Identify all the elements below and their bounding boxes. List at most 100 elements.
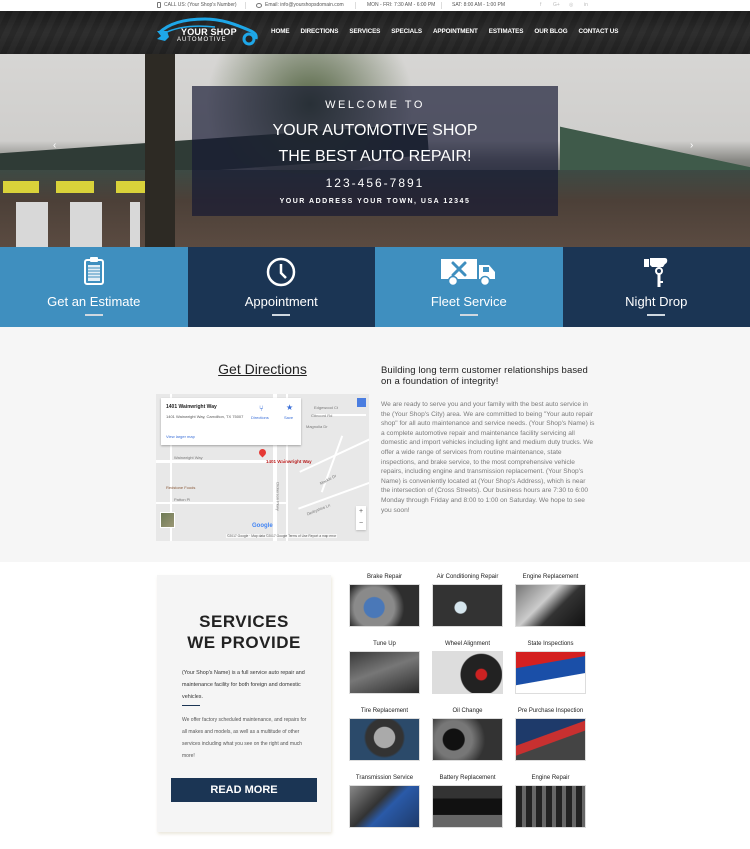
service-image <box>349 651 420 694</box>
map-pin-icon[interactable] <box>257 447 268 458</box>
map-zoom-control: + − <box>356 506 366 530</box>
nav-services[interactable]: SERVICES <box>349 28 380 35</box>
nav-our-blog[interactable]: OUR BLOG <box>534 28 567 35</box>
service-brake-repair[interactable]: Brake Repair <box>349 574 420 627</box>
service-name: Oil Change <box>452 708 483 714</box>
nav-specials[interactable]: SPECIALS <box>391 28 422 35</box>
tile-underline <box>272 314 291 316</box>
tile-fleet-service[interactable]: Fleet Service <box>375 247 563 327</box>
nav-home[interactable]: HOME <box>271 28 290 35</box>
map-attribution[interactable]: ©2017 Google · Map data ©2017 Google Ter… <box>226 534 338 538</box>
logo-line-1: YOUR SHOP <box>181 27 237 37</box>
hero-title-line-1: YOUR AUTOMOTIVE SHOP <box>272 122 478 139</box>
directions-link[interactable]: Directions <box>251 415 269 420</box>
nav-estimates[interactable]: ESTIMATES <box>489 28 524 35</box>
pegman-icon[interactable] <box>357 398 366 407</box>
hero-welcome: WELCOME TO <box>325 99 425 111</box>
hero-photo-sign <box>3 181 39 193</box>
logo[interactable]: YOUR SHOP AUTOMOTIVE <box>155 15 260 49</box>
phone-info[interactable]: CALL US: (Your Shop's Number) <box>157 2 237 8</box>
nav-directions[interactable]: DIRECTIONS <box>301 28 339 35</box>
save-link[interactable]: Save <box>284 415 293 420</box>
service-pre-purchase-inspection[interactable]: Pre Purchase Inspection <box>515 708 586 761</box>
slider-prev-arrow[interactable]: ‹ <box>53 140 56 151</box>
zoom-in-button[interactable]: + <box>356 506 366 518</box>
map-place-card: 1401 Wainwright Way 1401 Wainwright Way,… <box>161 398 301 445</box>
get-directions-heading[interactable]: Get Directions <box>156 361 369 377</box>
tile-label: Get an Estimate <box>47 294 141 309</box>
service-image <box>515 584 586 627</box>
nav-appointment[interactable]: APPOINTMENT <box>433 28 478 35</box>
google-plus-icon[interactable]: G+ <box>553 2 560 8</box>
about-body: We are ready to serve you and your famil… <box>381 401 595 514</box>
service-name: Air Conditioning Repair <box>436 574 499 580</box>
divider <box>182 705 200 706</box>
view-larger-map-link[interactable]: View larger map <box>166 434 195 439</box>
map-street-label: Patton Pl <box>174 497 191 502</box>
service-image <box>515 651 586 694</box>
service-tune-up[interactable]: Tune Up <box>349 641 420 694</box>
saturday-hours: SAT: 8:00 AM - 1:00 PM <box>452 2 505 8</box>
service-name: Transmission Service <box>355 775 414 781</box>
service-state-inspections[interactable]: State Inspections <box>515 641 586 694</box>
hero-slider: WELCOME TO YOUR AUTOMOTIVE SHOP THE BEST… <box>0 54 750 247</box>
tile-get-an-estimate[interactable]: Get an Estimate <box>0 247 188 327</box>
service-oil-change[interactable]: Oil Change <box>432 708 503 761</box>
truck-icon <box>440 259 495 287</box>
hero-photo-sign <box>56 181 94 193</box>
facebook-icon[interactable]: f <box>540 2 541 8</box>
site-header: YOUR SHOP AUTOMOTIVE HOME DIRECTIONS SER… <box>0 11 750 54</box>
map-poi-label: Redstone Foods <box>166 485 196 490</box>
service-name: Wheel Alignment <box>444 641 491 647</box>
service-name: Battery Replacement <box>439 775 496 781</box>
map-street-label: Wainwright Way <box>174 455 203 460</box>
divider <box>355 2 356 9</box>
map-street-label: Magnolia Dr <box>306 424 328 429</box>
clock-icon <box>267 257 296 287</box>
pin-label: 1401 Wainwright Way <box>266 459 312 464</box>
tile-underline <box>84 314 103 316</box>
email-icon <box>256 2 262 8</box>
tile-underline <box>459 314 478 316</box>
services-detail-text: We offer factory scheduled maintenance, … <box>182 717 307 759</box>
map-street-label: Dickerson Pkwy <box>275 482 281 511</box>
service-name: Engine Replacement <box>522 574 579 580</box>
read-more-button[interactable]: READ MORE <box>171 778 317 802</box>
service-engine-repair[interactable]: Engine Repair <box>515 775 586 828</box>
hero-photo-tree <box>145 54 175 247</box>
feature-tiles: Get an Estimate Appointment Fleet Servic… <box>0 247 750 327</box>
zoom-out-button[interactable]: − <box>356 518 366 530</box>
about-heading: Building long term customer relationship… <box>381 365 588 387</box>
service-transmission-service[interactable]: Transmission Service <box>349 775 420 828</box>
linkedin-icon[interactable]: in <box>584 2 588 8</box>
directions-section: Get Directions Wainwright Way Redstone F… <box>0 327 750 562</box>
tile-night-drop[interactable]: Night Drop <box>562 247 750 327</box>
clipboard-icon <box>83 257 104 285</box>
service-image <box>515 785 586 828</box>
google-map[interactable]: Wainwright Way Redstone Foods Patton Pl … <box>156 394 369 541</box>
satellite-toggle[interactable] <box>160 512 175 528</box>
divider <box>245 2 246 9</box>
services-title-line-1: SERVICES <box>199 612 289 631</box>
tile-label: Night Drop <box>625 294 688 309</box>
service-image <box>515 718 586 761</box>
hero-phone[interactable]: 123-456-7891 <box>192 176 558 190</box>
service-wheel-alignment[interactable]: Wheel Alignment <box>432 641 503 694</box>
service-battery-replacement[interactable]: Battery Replacement <box>432 775 503 828</box>
service-name: Tune Up <box>373 641 396 647</box>
instagram-icon[interactable]: ◎ <box>569 2 573 8</box>
email-info[interactable]: Email: info@yourshopsdomain.com <box>256 2 344 8</box>
email-text: Email: info@yourshopsdomain.com <box>265 2 344 8</box>
slider-next-arrow[interactable]: › <box>690 140 693 151</box>
directions-icon[interactable]: ⑂ <box>259 404 264 413</box>
tile-appointment[interactable]: Appointment <box>187 247 375 327</box>
service-tire-replacement[interactable]: Tire Replacement <box>349 708 420 761</box>
map-street-label: Edgewood Ct <box>314 405 339 410</box>
star-icon[interactable]: ★ <box>286 403 293 412</box>
main-nav: HOME DIRECTIONS SERVICES SPECIALS APPOIN… <box>271 28 618 35</box>
service-air-conditioning-repair[interactable]: Air Conditioning Repair <box>432 574 503 627</box>
service-engine-replacement[interactable]: Engine Replacement <box>515 574 586 627</box>
hero-photo-sign <box>116 181 146 193</box>
nav-contact-us[interactable]: CONTACT US <box>579 28 619 35</box>
top-info-bar: CALL US: (Your Shop's Number) Email: inf… <box>0 0 750 11</box>
